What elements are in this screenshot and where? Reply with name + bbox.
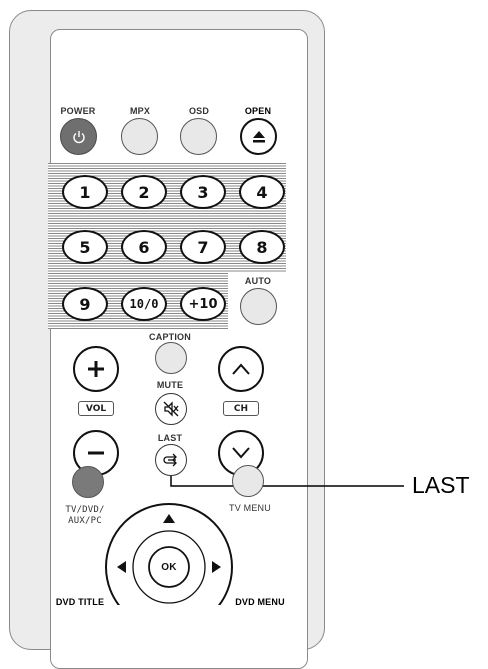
callout-label: LAST: [412, 472, 470, 498]
tv-menu-button[interactable]: [232, 465, 264, 497]
ok-label: OK: [161, 562, 177, 573]
dvd-menu-label: DVD MENU: [235, 597, 285, 607]
dvd-title-label: DVD TITLE: [55, 597, 105, 607]
tv-dvd-aux-pc-button[interactable]: [72, 466, 104, 498]
navigation-ring[interactable]: [104, 487, 234, 605]
